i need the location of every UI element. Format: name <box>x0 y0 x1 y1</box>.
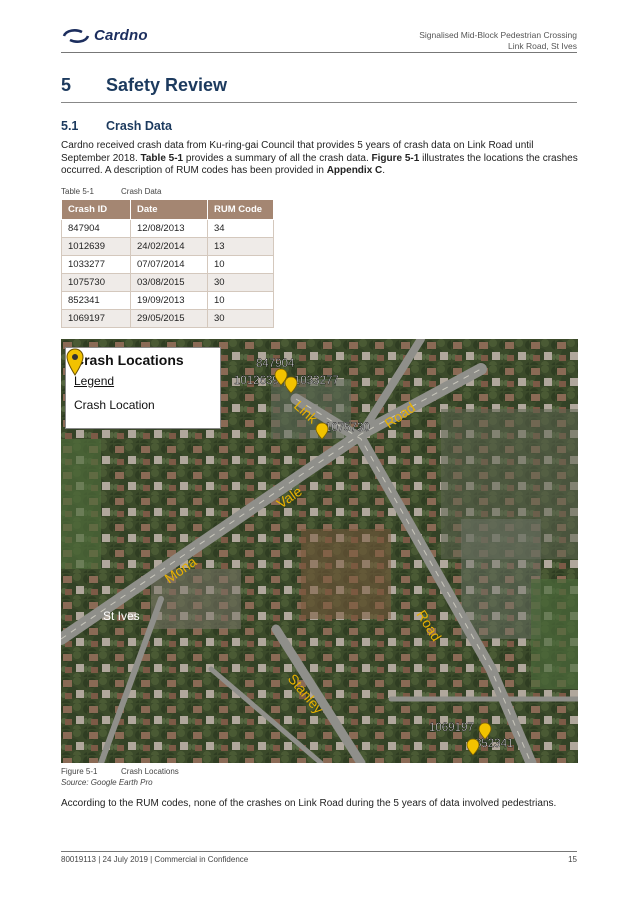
cell-rum-code: 10 <box>207 291 274 310</box>
logo-text: Cardno <box>94 27 148 44</box>
cell-rum-code: 10 <box>207 255 274 274</box>
map-pin-icon <box>66 348 84 376</box>
document-header-title: Signalised Mid-Block Pedestrian Crossing… <box>419 30 577 52</box>
cell-crash-id: 1033277 <box>61 255 131 274</box>
footer-text: 80019113 | 24 July 2019 | Commercial in … <box>61 855 249 864</box>
cell-rum-code: 30 <box>207 273 274 292</box>
cell-crash-id: 1069197 <box>61 309 131 328</box>
map-legend: Crash Locations Legend Crash Location <box>65 347 221 429</box>
cell-crash-id: 852341 <box>61 291 131 310</box>
cell-crash-id: 1075730 <box>61 273 131 292</box>
subsection-title: Crash Data <box>106 119 172 133</box>
legend-title: Crash Locations <box>74 352 184 368</box>
cardno-logo: Cardno <box>62 27 148 44</box>
cardno-swoosh-icon <box>62 28 90 43</box>
cell-date: 24/02/2014 <box>130 237 208 256</box>
crash-locations-map: Link Road Vale Mona Road Stanley St Ives… <box>61 339 578 763</box>
cell-rum-code: 34 <box>207 219 274 238</box>
cell-crash-id: 847904 <box>61 219 131 238</box>
crash-data-table: Crash ID Date RUM Code 847904 12/08/2013… <box>61 199 274 328</box>
section-number: 5 <box>61 75 72 95</box>
table-row: 1012639 24/02/2014 13 <box>61 237 274 256</box>
cell-rum-code: 13 <box>207 237 274 256</box>
section-heading: 5 Safety Review <box>61 75 227 96</box>
figure-source: Source: Google Earth Pro <box>61 778 153 787</box>
figure-caption: Figure 5-1 Crash Locations <box>61 767 179 776</box>
section-divider <box>61 102 577 103</box>
marker-label-1075730: 1075730 <box>325 422 370 434</box>
column-header-crash-id: Crash ID <box>61 199 131 220</box>
intro-paragraph: Cardno received crash data from Ku-ring-… <box>61 140 578 176</box>
table-caption-title: Crash Data <box>121 187 162 196</box>
table-caption: Table 5-1 Crash Data <box>61 187 161 196</box>
table-row: 847904 12/08/2013 34 <box>61 219 274 238</box>
subsection-number: 5.1 <box>61 119 79 133</box>
marker-label-1012639: 1012639 <box>234 375 279 387</box>
crash-pin-icon <box>466 738 480 756</box>
table-row: 1069197 29/05/2015 30 <box>61 309 274 328</box>
header-title-line1: Signalised Mid-Block Pedestrian Crossing <box>419 30 577 40</box>
cell-date: 03/08/2015 <box>130 273 208 292</box>
cell-date: 29/05/2015 <box>130 309 208 328</box>
table-header-row: Crash ID Date RUM Code <box>61 199 274 220</box>
page-number: 15 <box>568 855 577 864</box>
table-caption-label: Table 5-1 <box>61 187 94 196</box>
figure-caption-label: Figure 5-1 <box>61 767 98 776</box>
cell-date: 19/09/2013 <box>130 291 208 310</box>
marker-label-847904: 847904 <box>256 358 295 370</box>
section-title: Safety Review <box>106 75 228 95</box>
marker-label-1033277: 1033277 <box>294 375 339 387</box>
header-divider <box>61 52 577 53</box>
table-row: 1075730 03/08/2015 30 <box>61 273 274 292</box>
column-header-rum-code: RUM Code <box>207 199 274 220</box>
marker-label-1069197: 1069197 <box>429 722 474 734</box>
crash-pin-icon <box>478 722 492 740</box>
conclusion-paragraph: According to the RUM codes, none of the … <box>61 798 557 809</box>
appendix-reference: Appendix C <box>326 165 383 176</box>
legend-item-label: Crash Location <box>74 398 155 412</box>
legend-subtitle: Legend <box>74 374 115 388</box>
figure-caption-title: Crash Locations <box>121 767 179 776</box>
table-reference: Table 5-1 <box>140 152 184 164</box>
cell-date: 12/08/2013 <box>130 219 208 238</box>
figure-reference: Figure 5-1 <box>371 152 420 164</box>
crash-pin-icon <box>284 376 298 394</box>
header-title-line2: Link Road, St Ives <box>508 41 577 51</box>
footer-divider <box>61 851 577 852</box>
marker-label-852341: 852341 <box>475 738 513 750</box>
cell-rum-code: 30 <box>207 309 274 328</box>
crash-pin-icon <box>315 422 329 440</box>
column-header-date: Date <box>130 199 208 220</box>
table-row: 852341 19/09/2013 10 <box>61 291 274 310</box>
table-row: 1033277 07/07/2014 10 <box>61 255 274 274</box>
subsection-heading: 5.1 Crash Data <box>61 119 172 133</box>
cell-crash-id: 1012639 <box>61 237 131 256</box>
cell-date: 07/07/2014 <box>130 255 208 274</box>
